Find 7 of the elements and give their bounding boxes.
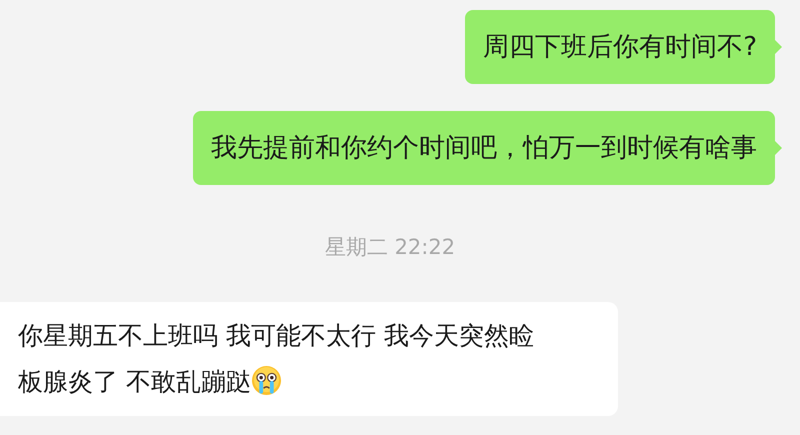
message-bubble: 我先提前和你约个时间吧，怕万一到时候有啥事	[193, 111, 775, 185]
bubble-tail	[775, 40, 782, 54]
bubble-tail	[775, 141, 782, 155]
message-text: 板腺炎了 不敢乱蹦跶	[18, 367, 251, 396]
timestamp: 星期二 22:22	[324, 234, 456, 261]
message-text: 你星期五不上班吗 我可能不太行 我今天突然睑	[18, 321, 534, 350]
message-bubble: 周四下班后你有时间不?	[465, 10, 775, 84]
